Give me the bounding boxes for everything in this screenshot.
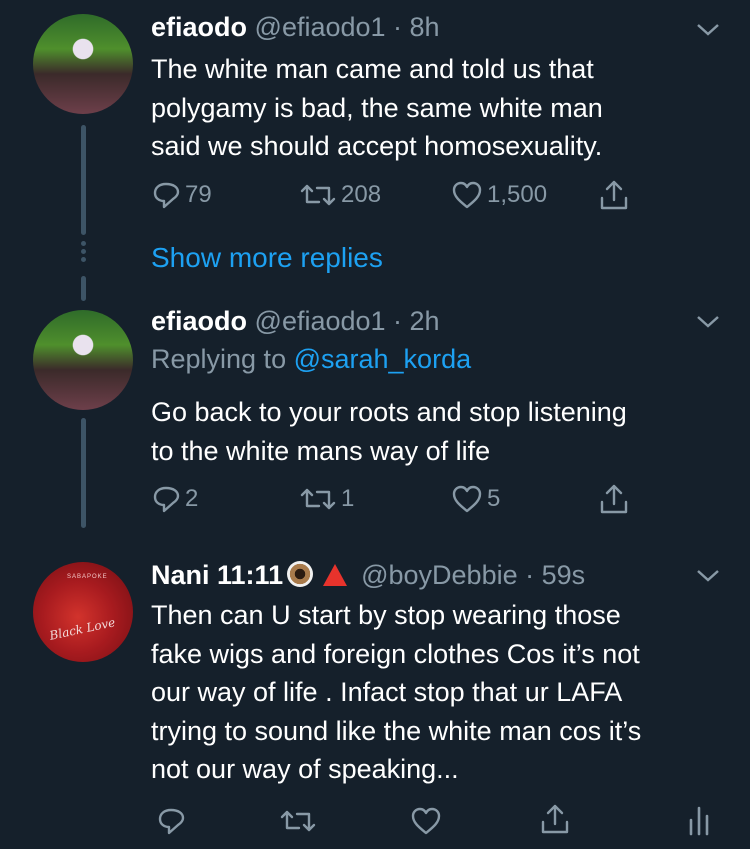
retweet-count: 208 bbox=[341, 181, 382, 208]
reply-count: 2 bbox=[185, 485, 199, 512]
retweet-button[interactable]: 208 bbox=[299, 180, 381, 210]
thread-line-mid bbox=[81, 276, 86, 301]
retweet-icon bbox=[300, 488, 336, 510]
avatar[interactable] bbox=[33, 14, 133, 114]
retweet-count: 1 bbox=[341, 485, 355, 512]
share-icon bbox=[600, 180, 628, 210]
reply-button[interactable]: 2 bbox=[151, 484, 198, 514]
avatar[interactable]: SABAPOKE Black Love bbox=[33, 562, 133, 662]
chevron-down-icon[interactable] bbox=[693, 312, 723, 332]
tweet-text: The white man came and told us that poly… bbox=[151, 54, 603, 161]
replying-to-link[interactable]: @sarah_korda bbox=[294, 344, 472, 374]
handle-time: @boyDebbie · 59s bbox=[361, 560, 586, 590]
share-button[interactable] bbox=[598, 178, 630, 212]
chevron-down-icon[interactable] bbox=[693, 566, 723, 586]
like-icon bbox=[452, 485, 482, 513]
share-icon bbox=[541, 804, 569, 834]
show-more-replies-link[interactable]: Show more replies bbox=[151, 242, 383, 274]
retweet-button[interactable] bbox=[279, 806, 317, 836]
tweet-header: efiaodo @efiaodo1 · 2h bbox=[151, 306, 440, 337]
replying-to: Replying to @sarah_korda bbox=[151, 344, 472, 374]
share-button[interactable] bbox=[598, 482, 630, 516]
thread-dots bbox=[79, 238, 87, 265]
avatar-logo-text: Black Love bbox=[48, 615, 117, 643]
chevron-down-icon[interactable] bbox=[693, 20, 723, 40]
analytics-icon bbox=[689, 806, 709, 836]
reply-icon bbox=[153, 486, 180, 513]
reply-icon bbox=[158, 808, 185, 835]
eye-emoji-icon bbox=[287, 561, 314, 587]
like-icon bbox=[411, 807, 441, 835]
display-name[interactable]: Nani 11:11 bbox=[151, 560, 283, 590]
retweet-button[interactable]: 1 bbox=[299, 484, 354, 514]
like-count: 1,500 bbox=[487, 181, 548, 208]
tweet-text: Then can U start by stop wearing those f… bbox=[151, 600, 642, 784]
retweet-icon bbox=[280, 810, 316, 832]
handle-time: @efiaodo1 · 8h bbox=[254, 12, 440, 42]
like-button[interactable]: 1,500 bbox=[451, 180, 547, 210]
display-name[interactable]: efiaodo bbox=[151, 306, 247, 336]
reply-count: 79 bbox=[185, 181, 212, 208]
reply-button[interactable] bbox=[156, 806, 186, 836]
thread-line-lower bbox=[81, 418, 86, 528]
avatar[interactable] bbox=[33, 310, 133, 410]
reply-icon bbox=[153, 182, 180, 209]
share-icon bbox=[600, 484, 628, 514]
tweet-text: Go back to your roots and stop listening… bbox=[151, 397, 627, 466]
like-count: 5 bbox=[487, 485, 501, 512]
handle-time: @efiaodo1 · 2h bbox=[254, 306, 440, 336]
retweet-icon bbox=[300, 184, 336, 206]
display-name[interactable]: efiaodo bbox=[151, 12, 247, 42]
reply-button[interactable]: 79 bbox=[151, 180, 212, 210]
thread-line-top bbox=[81, 125, 86, 235]
avatar-top-text: SABAPOKE bbox=[67, 574, 108, 580]
like-button[interactable] bbox=[410, 806, 442, 836]
tweet-header: Nani 11:11 @boyDebbie · 59s bbox=[151, 560, 585, 591]
tweet-header: efiaodo @efiaodo1 · 8h bbox=[151, 12, 440, 43]
like-icon bbox=[452, 181, 482, 209]
like-button[interactable]: 5 bbox=[451, 484, 500, 514]
share-button[interactable] bbox=[539, 802, 571, 836]
analytics-button[interactable] bbox=[686, 804, 712, 836]
red-triangle-emoji-icon bbox=[323, 564, 348, 586]
